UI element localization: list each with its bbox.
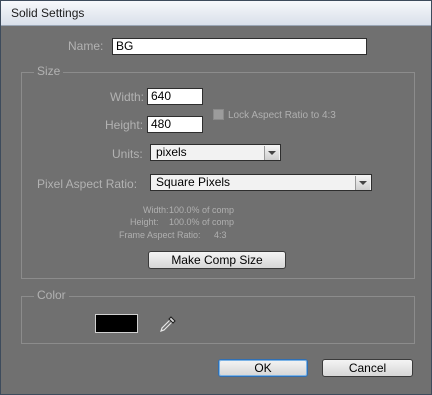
color-swatch[interactable] (95, 314, 138, 333)
info-height-label: Height: (130, 217, 159, 227)
color-group (21, 296, 415, 344)
units-value: pixels (156, 145, 187, 159)
size-group-label: Size (34, 64, 64, 78)
pixel-aspect-ratio-select[interactable]: Square Pixels (150, 174, 372, 191)
pixel-aspect-ratio-label: Pixel Aspect Ratio: (37, 177, 138, 191)
name-label: Name: (68, 39, 104, 53)
info-width-label: Width: (143, 205, 169, 215)
lock-aspect-label: Lock Aspect Ratio to 4:3 (228, 110, 336, 121)
ok-button[interactable]: OK (218, 359, 308, 377)
width-label: Width: (110, 90, 145, 104)
pixel-aspect-ratio-value: Square Pixels (156, 175, 231, 189)
color-group-label: Color (34, 288, 69, 302)
units-label: Units: (112, 147, 143, 161)
height-label: Height: (105, 118, 144, 132)
chevron-down-icon[interactable] (355, 176, 370, 190)
chevron-down-icon[interactable] (264, 146, 279, 160)
solid-settings-dialog: Solid Settings Name: BG Size Width: 640 … (0, 0, 432, 395)
lock-aspect-checkbox[interactable] (213, 109, 224, 120)
make-comp-size-button[interactable]: Make Comp Size (148, 251, 286, 269)
cancel-button[interactable]: Cancel (322, 359, 413, 377)
window-title: Solid Settings (11, 6, 85, 20)
info-width-value: 100.0% of comp (169, 205, 235, 215)
eyedropper-icon[interactable] (159, 315, 177, 333)
info-frame-aspect-value: 4:3 (214, 230, 227, 240)
info-height-value: 100.0% of comp (169, 217, 235, 227)
title-bar[interactable]: Solid Settings (1, 1, 431, 26)
info-frame-aspect-label: Frame Aspect Ratio: (119, 230, 201, 240)
units-select[interactable]: pixels (150, 144, 281, 161)
width-input[interactable]: 640 (147, 88, 203, 105)
height-input[interactable]: 480 (147, 116, 203, 133)
name-input[interactable]: BG (112, 38, 367, 55)
